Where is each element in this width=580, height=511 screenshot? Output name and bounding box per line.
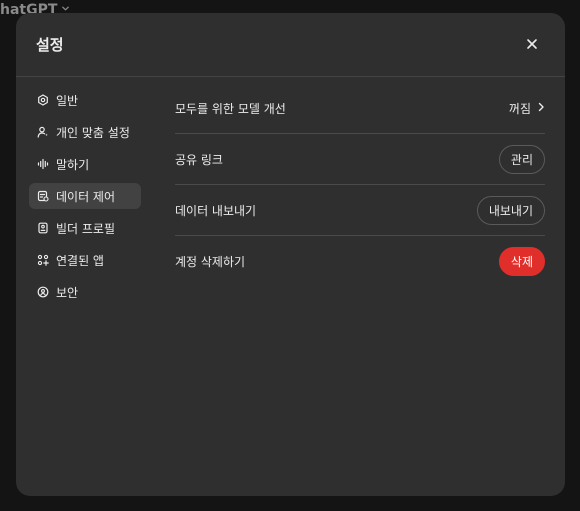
- close-icon: [526, 35, 538, 54]
- export-data-button[interactable]: 내보내기: [476, 195, 545, 225]
- improve-model-toggle[interactable]: 꺼짐: [509, 100, 545, 117]
- manage-shared-links-button[interactable]: 관리: [498, 144, 545, 174]
- sidebar-item-speech[interactable]: 말하기: [29, 151, 141, 177]
- sidebar-item-label: 말하기: [56, 157, 90, 172]
- modal-header: 설정: [16, 13, 565, 77]
- sidebar-item-label: 데이터 제어: [56, 189, 116, 204]
- setting-row-delete-account: 계정 삭제하기 삭제: [175, 236, 545, 287]
- sidebar-item-connected-apps[interactable]: 연결된 앱: [29, 247, 141, 273]
- chevron-right-icon: [537, 101, 545, 115]
- delete-account-label: 계정 삭제하기: [175, 255, 246, 269]
- gear-icon: [37, 94, 49, 106]
- export-data-label: 데이터 내보내기: [175, 203, 257, 218]
- settings-modal: 설정 일반 개인 맞춤 설정 말하기 데이터 제어 빌더 프로필 연결된 앱 보…: [16, 13, 565, 496]
- sidebar-item-general[interactable]: 일반: [29, 87, 141, 113]
- person-icon: [37, 126, 49, 138]
- database-icon: [37, 190, 49, 202]
- shared-links-label: 공유 링크: [175, 152, 223, 167]
- profile-card-icon: [37, 222, 49, 234]
- close-button[interactable]: [522, 34, 542, 54]
- improve-model-label: 모두를 위한 모델 개선: [175, 101, 286, 116]
- sidebar-item-data-controls[interactable]: 데이터 제어: [29, 183, 141, 209]
- settings-sidebar: 일반 개인 맞춤 설정 말하기 데이터 제어 빌더 프로필 연결된 앱 보안: [29, 87, 141, 311]
- setting-row-export-data: 데이터 내보내기 내보내기: [175, 185, 545, 236]
- sidebar-item-personalization[interactable]: 개인 맞춤 설정: [29, 119, 141, 145]
- apps-grid-icon: [37, 254, 49, 266]
- delete-account-button[interactable]: 삭제: [498, 247, 545, 276]
- sidebar-item-security[interactable]: 보안: [29, 279, 141, 305]
- improve-model-value: 꺼짐: [508, 101, 531, 116]
- setting-row-improve-model: 모두를 위한 모델 개선 꺼짐: [175, 83, 545, 134]
- data-controls-panel: 모두를 위한 모델 개선 꺼짐 공유 링크 관리 데이터 내보내기 내보내기 계…: [175, 83, 545, 287]
- sidebar-item-label: 일반: [56, 93, 79, 108]
- sidebar-item-label: 빌더 프로필: [56, 221, 116, 236]
- sidebar-item-label: 연결된 앱: [56, 253, 104, 268]
- sidebar-item-label: 보안: [56, 285, 79, 300]
- setting-row-shared-links: 공유 링크 관리: [175, 134, 545, 185]
- sidebar-item-label: 개인 맞춤 설정: [56, 125, 130, 140]
- modal-title: 설정: [36, 36, 64, 54]
- shield-icon: [37, 286, 49, 298]
- waveform-icon: [37, 158, 49, 170]
- sidebar-item-builder-profile[interactable]: 빌더 프로필: [29, 215, 141, 241]
